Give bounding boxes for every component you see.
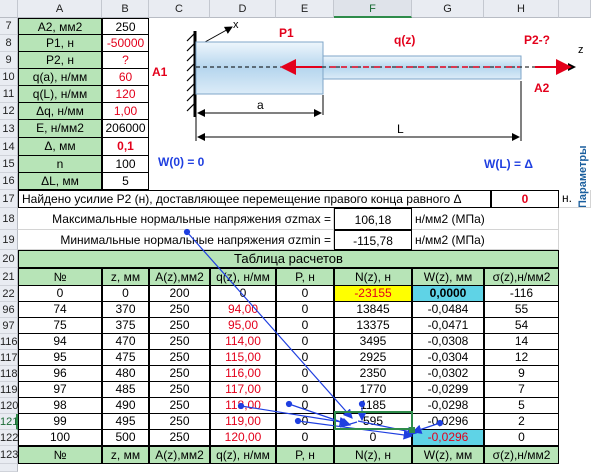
spreadsheet[interactable]: A B C D E F G H 7 A2, мм2 250 8 P1, н -5… [0, 0, 591, 472]
trace-arrows [183, 228, 444, 440]
